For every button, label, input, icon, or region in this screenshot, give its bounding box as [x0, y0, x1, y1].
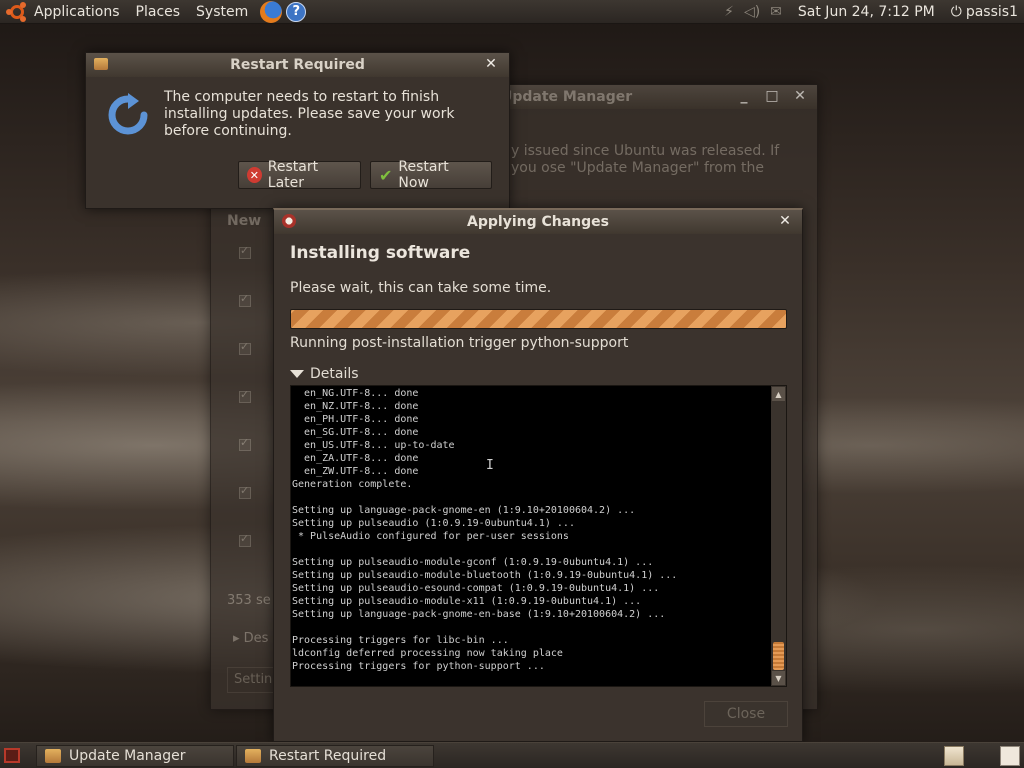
status-text: Running post-installation trigger python…	[290, 335, 629, 351]
checkmark-icon: ✔	[379, 165, 393, 185]
maximize-button[interactable]: □	[763, 87, 781, 105]
restart-now-label: Restart Now	[398, 159, 449, 191]
taskbar-item-restart-required[interactable]: Restart Required	[236, 745, 434, 767]
scrollbar-thumb[interactable]	[773, 642, 784, 670]
restart-required-icon	[245, 749, 261, 763]
restart-dialog-titlebar[interactable]: Restart Required ✕	[86, 53, 509, 77]
close-button[interactable]: ✕	[776, 212, 794, 230]
menu-system[interactable]: System	[188, 4, 256, 20]
dialog-title: Applying Changes	[467, 214, 609, 230]
workspace-switcher[interactable]	[1000, 746, 1020, 766]
taskbar-label: Restart Required	[269, 748, 387, 764]
details-label: Details	[310, 366, 359, 382]
menu-applications[interactable]: Applications	[32, 4, 128, 20]
installing-heading: Installing software	[290, 243, 471, 263]
user-menu[interactable]: ⏻ passis1	[951, 4, 1018, 20]
user-name: passis1	[965, 3, 1018, 20]
applying-changes-titlebar[interactable]: Applying Changes ✕	[274, 210, 802, 234]
text-cursor-icon: I	[486, 458, 494, 473]
restart-later-button[interactable]: ✕ Restart Later	[238, 159, 361, 191]
system-tray: ⚡ ◁) ✉ Sat Jun 24, 7:12 PM ⏻ passis1	[724, 4, 1024, 20]
update-checkbox[interactable]	[239, 244, 251, 259]
terminal-output[interactable]: en_NG.UTF-8... done en_NZ.UTF-8... done …	[290, 385, 787, 687]
terminal-scrollbar[interactable]: ▲ ▼	[771, 386, 786, 686]
expander-arrow-icon	[290, 370, 304, 378]
wait-message: Please wait, this can take some time.	[290, 280, 552, 296]
mail-icon[interactable]: ✉	[770, 4, 782, 20]
applying-changes-dialog: Applying Changes ✕ Installing software P…	[273, 208, 803, 742]
update-checkbox[interactable]	[239, 388, 251, 403]
terminal-text: en_NG.UTF-8... done en_NZ.UTF-8... done …	[292, 388, 678, 672]
update-checkbox[interactable]	[239, 484, 251, 499]
update-checkbox[interactable]	[239, 340, 251, 355]
taskbar-item-update-manager[interactable]: Update Manager	[36, 745, 234, 767]
restart-later-label: Restart Later	[267, 159, 319, 191]
details-expander[interactable]: Details	[290, 366, 359, 382]
scroll-down-button[interactable]: ▼	[772, 671, 785, 685]
volume-icon[interactable]: ◁)	[744, 4, 760, 20]
restart-required-dialog: Restart Required ✕ The computer needs to…	[85, 52, 510, 209]
taskbar-label: Update Manager	[69, 748, 186, 764]
restart-now-button[interactable]: ✔ Restart Now	[370, 159, 492, 191]
menu-places[interactable]: Places	[128, 4, 189, 20]
power-icon: ⏻	[950, 3, 962, 20]
scroll-up-button[interactable]: ▲	[772, 387, 785, 401]
selected-count: 353 se	[227, 593, 271, 608]
network-icon[interactable]: ⚡	[724, 4, 734, 20]
update-checkbox[interactable]	[239, 532, 251, 547]
close-button-disabled[interactable]: Close	[704, 701, 788, 727]
update-checkbox[interactable]	[239, 436, 251, 451]
update-manager-icon	[45, 749, 61, 763]
clock[interactable]: Sat Jun 24, 7:12 PM	[798, 4, 935, 20]
firefox-icon[interactable]	[260, 0, 283, 23]
dialog-title: Restart Required	[230, 57, 365, 73]
description-label: Des	[243, 631, 269, 646]
minimize-button[interactable]: _	[735, 87, 753, 105]
close-button[interactable]: ✕	[482, 55, 500, 73]
cancel-icon: ✕	[247, 167, 262, 183]
restart-message: The computer needs to restart to finish …	[164, 89, 455, 139]
trash-icon[interactable]	[944, 746, 964, 766]
progress-bar	[290, 309, 787, 329]
ubuntu-logo-icon[interactable]	[6, 1, 28, 23]
update-checkbox[interactable]	[239, 292, 251, 307]
top-panel: Applications Places System ? ⚡ ◁) ✉ Sat …	[0, 0, 1024, 24]
description-expander[interactable]: ▸ Des	[233, 631, 268, 646]
progress-fill	[291, 310, 786, 328]
bottom-panel: Update Manager Restart Required	[0, 742, 1024, 768]
update-manager-description: y issued since Ubuntu was released. If y…	[511, 143, 780, 176]
help-icon[interactable]: ?	[286, 1, 307, 22]
refresh-icon	[108, 93, 148, 135]
close-button[interactable]: ✕	[791, 87, 809, 105]
show-desktop-button[interactable]	[4, 748, 20, 763]
